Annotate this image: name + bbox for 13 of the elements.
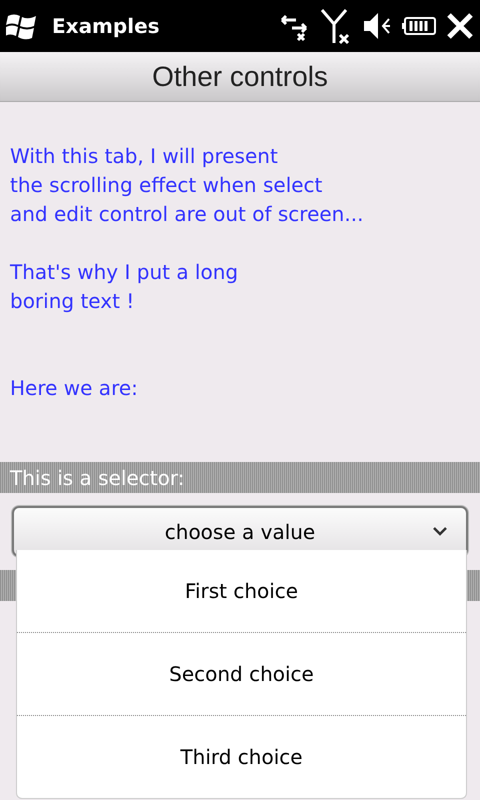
- dropdown-option[interactable]: Third choice: [17, 715, 466, 798]
- close-icon[interactable]: [446, 12, 474, 40]
- dropdown-option[interactable]: Second choice: [17, 632, 466, 715]
- speaker-muted-icon: [362, 11, 392, 41]
- signal-off-icon: [320, 7, 352, 45]
- section-label: This is a selector:: [10, 466, 184, 490]
- chevron-down-icon: [432, 526, 448, 536]
- battery-icon: [402, 16, 436, 36]
- info-paragraph: With this tab, I will present the scrolling effect when select and edit control are out of screen...: [10, 143, 364, 228]
- info-paragraph: Here we are:: [10, 375, 139, 402]
- info-paragraph: That's why I put a long boring text !: [10, 259, 240, 315]
- page-title: Other controls: [152, 60, 328, 92]
- app-title: Examples: [52, 14, 161, 38]
